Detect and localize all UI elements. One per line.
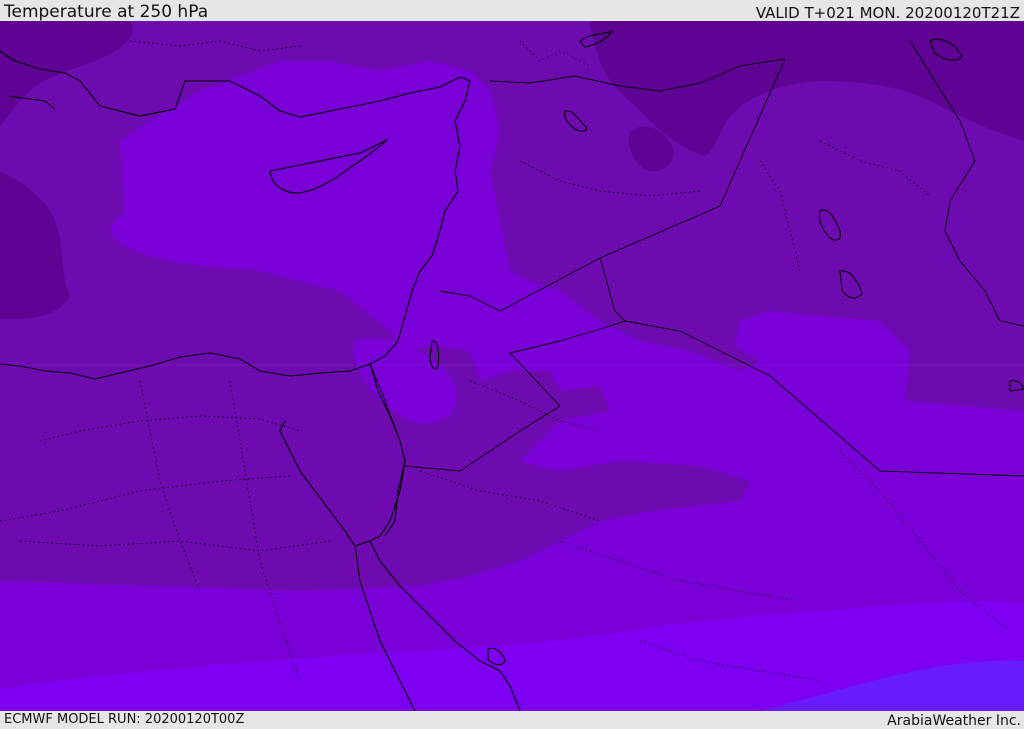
valid-time: VALID T+021 MON. 20200120T21Z	[755, 4, 1020, 22]
map-title: Temperature at 250 hPa	[4, 2, 209, 22]
brand-credit: ArabiaWeather Inc.	[887, 713, 1021, 729]
map-canvas[interactable]	[0, 21, 1024, 711]
header-bar: Temperature at 250 hPa VALID T+021 MON. …	[0, 0, 1024, 22]
model-run-label: ECMWF MODEL RUN: 20200120T00Z	[4, 712, 245, 727]
footer-bar: ECMWF MODEL RUN: 20200120T00Z ArabiaWeat…	[0, 711, 1024, 729]
